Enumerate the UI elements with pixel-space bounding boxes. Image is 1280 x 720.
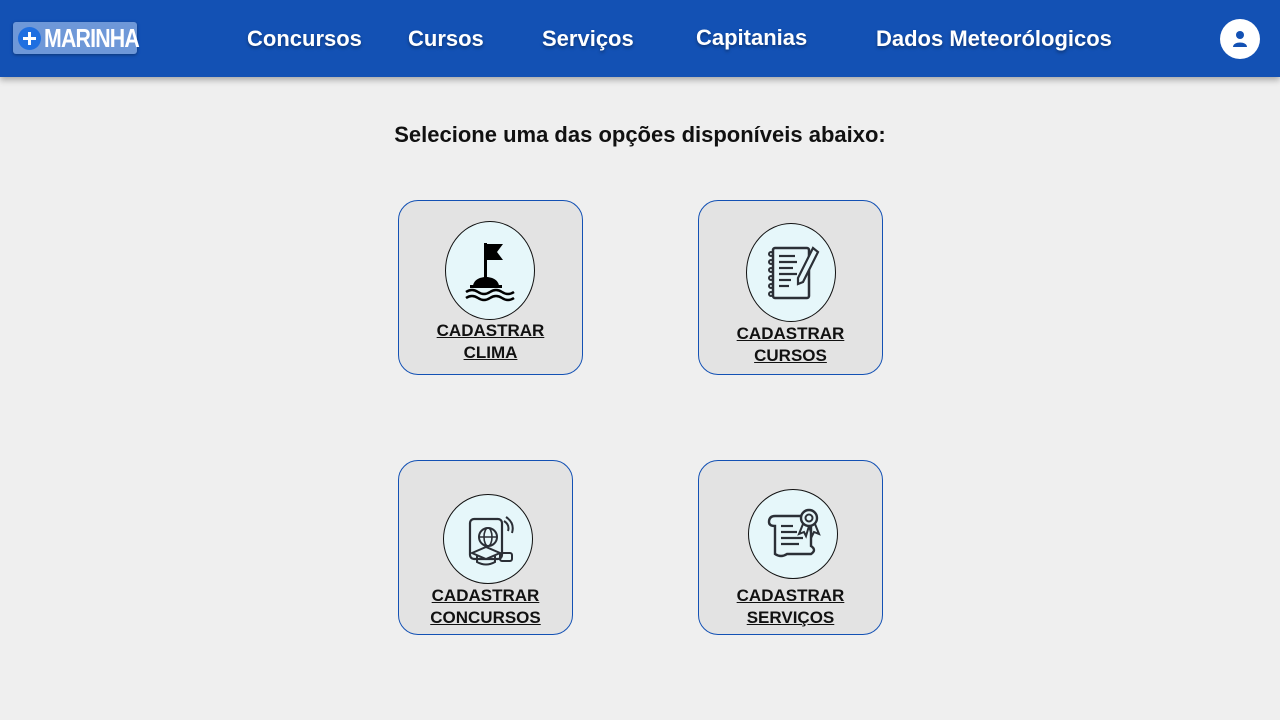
top-navbar: MARINHA Concursos Cursos Serviços Capita…: [0, 0, 1280, 77]
card-label[interactable]: CADASTRAR CURSOS: [699, 323, 882, 367]
card-cadastrar-clima[interactable]: CADASTRAR CLIMA: [398, 200, 583, 375]
card-label-line1: CADASTRAR: [736, 586, 845, 605]
card-label[interactable]: CADASTRAR CONCURSOS: [399, 585, 572, 629]
card-cadastrar-cursos[interactable]: CADASTRAR CURSOS: [698, 200, 883, 375]
card-label-line2: CONCURSOS: [430, 608, 541, 627]
plus-icon: [18, 27, 41, 50]
card-label-line1: CADASTRAR: [736, 324, 845, 343]
online-education-icon: [443, 494, 533, 584]
card-label-line2: SERVIÇOS: [746, 608, 835, 627]
buoy-flag-icon: [445, 221, 535, 320]
logo-text: MARINHA: [44, 23, 140, 53]
nav-item-servicos[interactable]: Serviços: [542, 26, 634, 52]
card-label-line1: CADASTRAR: [431, 586, 540, 605]
nav-item-cursos[interactable]: Cursos: [408, 26, 484, 52]
card-label-line2: CURSOS: [754, 346, 827, 365]
nav-item-dados-meteorologicos[interactable]: Dados Meteorólogicos: [876, 26, 1112, 52]
marinha-logo[interactable]: MARINHA: [13, 22, 140, 54]
card-label-line2: CLIMA: [463, 343, 518, 362]
nav-item-concursos[interactable]: Concursos: [247, 26, 362, 52]
certificate-icon: [748, 489, 838, 579]
card-label[interactable]: CADASTRAR SERVIÇOS: [699, 585, 882, 629]
user-icon: [1233, 31, 1247, 47]
user-avatar-button[interactable]: [1220, 19, 1260, 59]
card-label[interactable]: CADASTRAR CLIMA: [399, 320, 582, 364]
card-cadastrar-concursos[interactable]: CADASTRAR CONCURSOS: [398, 460, 573, 635]
page-heading: Selecione uma das opções disponíveis aba…: [394, 122, 886, 147]
notebook-pencil-icon: [746, 223, 836, 322]
card-cadastrar-servicos[interactable]: CADASTRAR SERVIÇOS: [698, 460, 883, 635]
card-label-line1: CADASTRAR: [436, 321, 545, 340]
nav-item-capitanias[interactable]: Capitanias: [696, 25, 807, 51]
